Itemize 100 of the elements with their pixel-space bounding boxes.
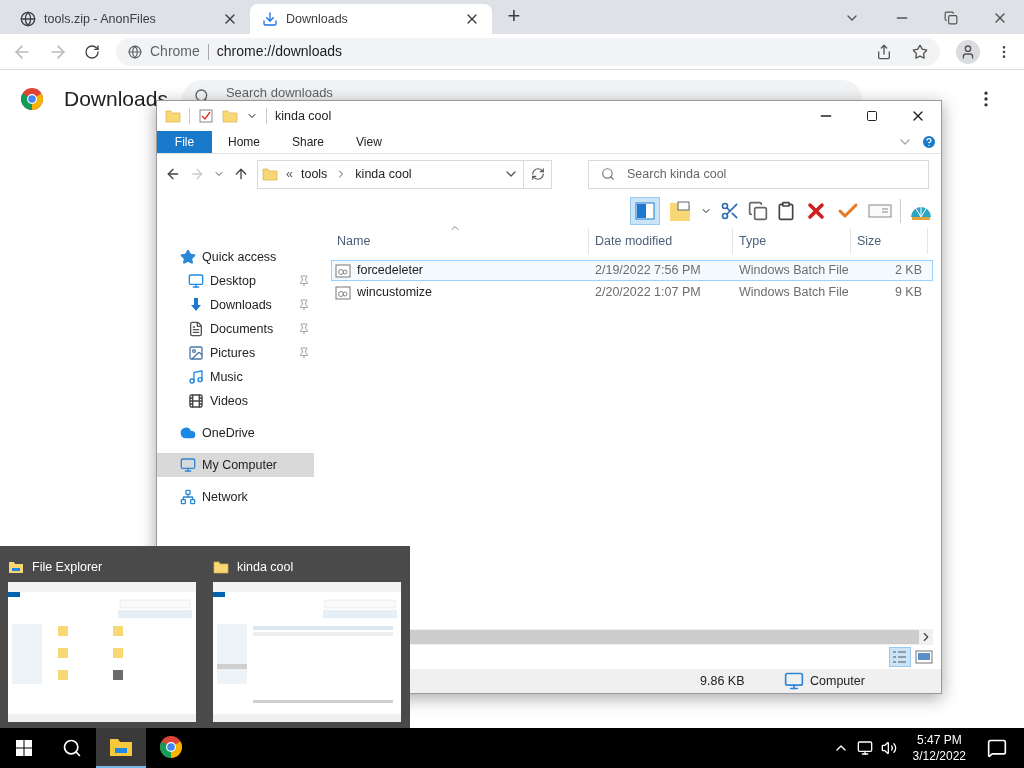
nav-item[interactable]: Network bbox=[157, 485, 314, 509]
new-tab-button[interactable]: + bbox=[500, 2, 528, 30]
type-cell-text: Windows Batch File bbox=[738, 262, 850, 280]
nav-item[interactable]: OneDrive bbox=[157, 421, 314, 445]
maximize-icon[interactable] bbox=[866, 110, 878, 122]
file-name: forcedeleter bbox=[357, 262, 423, 280]
document-icon bbox=[188, 321, 204, 337]
notifications-icon[interactable] bbox=[987, 738, 1007, 758]
computer-icon bbox=[784, 671, 804, 691]
type-cell-text: Windows Batch File bbox=[738, 284, 850, 302]
file-explorer-icon bbox=[8, 559, 24, 575]
search-icon[interactable] bbox=[62, 738, 82, 758]
nav-item[interactable]: Quick access bbox=[157, 245, 314, 269]
folder-options-icon[interactable] bbox=[668, 199, 692, 223]
preview-title: kinda cool bbox=[237, 558, 294, 576]
selection-size: 9.86 KB bbox=[699, 672, 746, 690]
restore-icon[interactable] bbox=[944, 11, 958, 25]
globe-icon bbox=[20, 11, 36, 27]
breadcrumb[interactable]: kinda cool bbox=[355, 164, 412, 184]
computer-icon bbox=[180, 457, 196, 473]
volume-icon[interactable] bbox=[880, 740, 897, 756]
copy-icon[interactable] bbox=[748, 201, 768, 221]
new-folder-icon bbox=[222, 108, 238, 124]
music-icon bbox=[188, 369, 204, 385]
column-header[interactable]: Name bbox=[331, 228, 589, 254]
pin-icon[interactable] bbox=[298, 275, 310, 287]
pictures-icon bbox=[188, 345, 204, 361]
folder-icon bbox=[165, 108, 181, 124]
date-cell-text: 2/20/2022 1:07 PM bbox=[594, 284, 702, 302]
download-icon bbox=[262, 11, 278, 27]
window-preview[interactable]: File Explorer bbox=[8, 552, 196, 728]
folder-icon bbox=[213, 559, 229, 575]
size-cell-text: 9 KB bbox=[893, 284, 923, 302]
reload-icon[interactable] bbox=[84, 43, 100, 60]
ribbon-tab[interactable]: Home bbox=[212, 131, 276, 153]
large-icons-view-icon[interactable] bbox=[915, 649, 933, 665]
batch-file-icon bbox=[335, 262, 351, 279]
pin-icon[interactable] bbox=[298, 299, 310, 311]
breadcrumb-overflow[interactable]: « bbox=[286, 164, 293, 184]
paste-icon[interactable] bbox=[776, 201, 796, 221]
nav-item[interactable]: Videos bbox=[157, 389, 314, 413]
search-icon bbox=[193, 88, 210, 100]
pin-icon[interactable] bbox=[298, 323, 310, 335]
nav-item[interactable]: Documents bbox=[157, 317, 314, 341]
nav-item[interactable]: Music bbox=[157, 365, 314, 389]
column-header[interactable]: Size bbox=[851, 228, 928, 254]
window-preview[interactable]: kinda cool bbox=[213, 552, 401, 728]
taskbar-app[interactable] bbox=[96, 728, 146, 768]
nav-item[interactable]: My Computer bbox=[157, 453, 314, 477]
desktop-icon bbox=[188, 273, 204, 289]
column-header[interactable]: Date modified bbox=[589, 228, 733, 254]
search-icon bbox=[601, 167, 615, 181]
batch-file-icon bbox=[335, 284, 351, 301]
window-title: kinda cool bbox=[275, 107, 333, 125]
file-name: wincustomize bbox=[357, 284, 433, 302]
nav-item[interactable]: Desktop bbox=[157, 269, 314, 293]
location-label: Computer bbox=[810, 672, 865, 690]
nav-item[interactable]: Pictures bbox=[157, 341, 314, 365]
chrome-logo-icon bbox=[20, 87, 44, 111]
browser-tab[interactable]: tools.zip - AnonFiles bbox=[8, 4, 250, 34]
back-icon[interactable] bbox=[165, 166, 181, 182]
properties-icon[interactable] bbox=[198, 108, 214, 124]
bookmark-icon[interactable] bbox=[912, 43, 928, 60]
clock-time: 5:47 PM bbox=[916, 732, 962, 748]
site-label: Chrome bbox=[150, 42, 200, 61]
cloud-icon bbox=[180, 425, 196, 441]
help-icon[interactable] bbox=[921, 134, 937, 150]
network-icon[interactable] bbox=[856, 740, 873, 756]
ribbon-tab[interactable]: Share bbox=[276, 131, 341, 153]
breadcrumb[interactable]: tools bbox=[300, 164, 328, 184]
profile-avatar[interactable] bbox=[956, 39, 980, 64]
preview-title: File Explorer bbox=[32, 558, 103, 576]
folder-icon bbox=[262, 166, 278, 182]
file-menu-button[interactable]: File bbox=[157, 131, 212, 153]
person-icon bbox=[960, 43, 976, 60]
star-icon bbox=[180, 249, 196, 265]
cut-icon[interactable] bbox=[720, 201, 740, 221]
clock[interactable]: 5:47 PM 3/12/2022 bbox=[908, 732, 970, 764]
ribbon-tab[interactable]: View bbox=[340, 131, 398, 153]
clock-date: 3/12/2022 bbox=[912, 748, 966, 764]
up-icon[interactable] bbox=[233, 166, 249, 182]
download-icon bbox=[188, 297, 204, 313]
address-field[interactable]: « tools kinda cool bbox=[257, 159, 552, 189]
column-header[interactable]: Type bbox=[733, 228, 851, 254]
pin-icon[interactable] bbox=[298, 347, 310, 359]
size-cell-text: 2 KB bbox=[893, 262, 923, 280]
preview-pane-icon[interactable] bbox=[630, 197, 660, 225]
file-row[interactable]: forcedeleter 2/19/2022 7:56 PM Windows Batch File 2 KB bbox=[331, 260, 933, 281]
share-icon[interactable] bbox=[876, 43, 892, 60]
file-row[interactable]: wincustomize 2/20/2022 1:07 PM Windows Batch File 9 KB bbox=[331, 282, 933, 303]
windows-start-icon[interactable] bbox=[16, 740, 32, 756]
downloads-search-field[interactable]: Search downloads bbox=[181, 80, 862, 100]
address-bar[interactable]: Chrome chrome://downloads bbox=[116, 37, 940, 66]
refresh-icon[interactable] bbox=[530, 167, 545, 181]
film-icon bbox=[188, 393, 204, 409]
search-field[interactable]: Search kinda cool bbox=[588, 159, 929, 189]
nav-item[interactable]: Downloads bbox=[157, 293, 314, 317]
chrome-logo-icon bbox=[159, 735, 183, 759]
date-cell-text: 2/19/2022 7:56 PM bbox=[594, 262, 702, 280]
browser-tab[interactable]: Downloads bbox=[250, 4, 492, 34]
